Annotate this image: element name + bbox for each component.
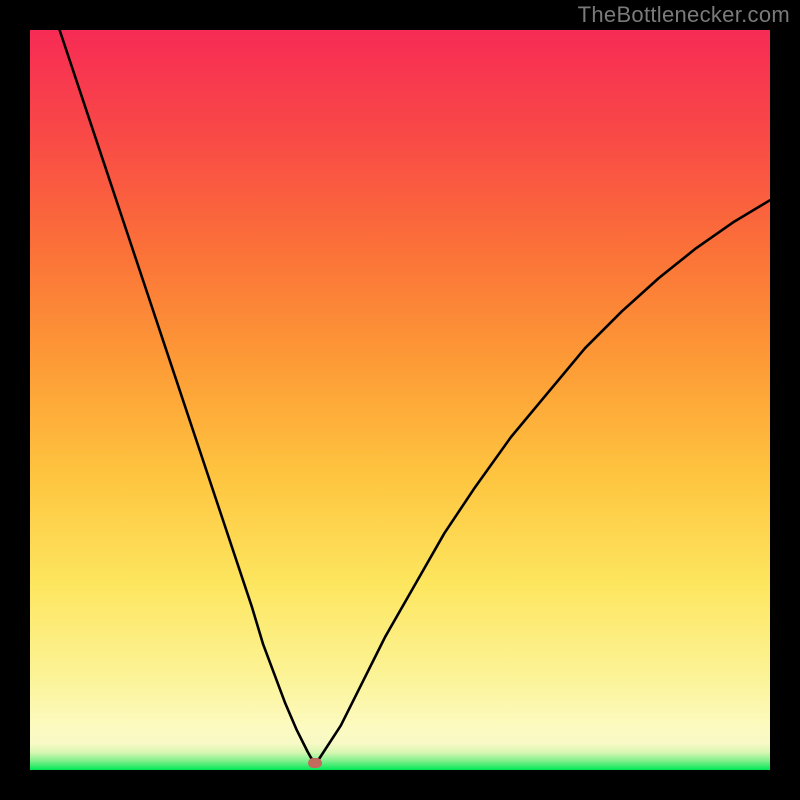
optimal-point-marker (308, 758, 322, 768)
attribution-label: TheBottlenecker.com (578, 2, 790, 28)
curve-svg (30, 30, 770, 770)
bottleneck-curve (60, 30, 770, 761)
plot-area (30, 30, 770, 770)
chart-frame: TheBottlenecker.com (0, 0, 800, 800)
